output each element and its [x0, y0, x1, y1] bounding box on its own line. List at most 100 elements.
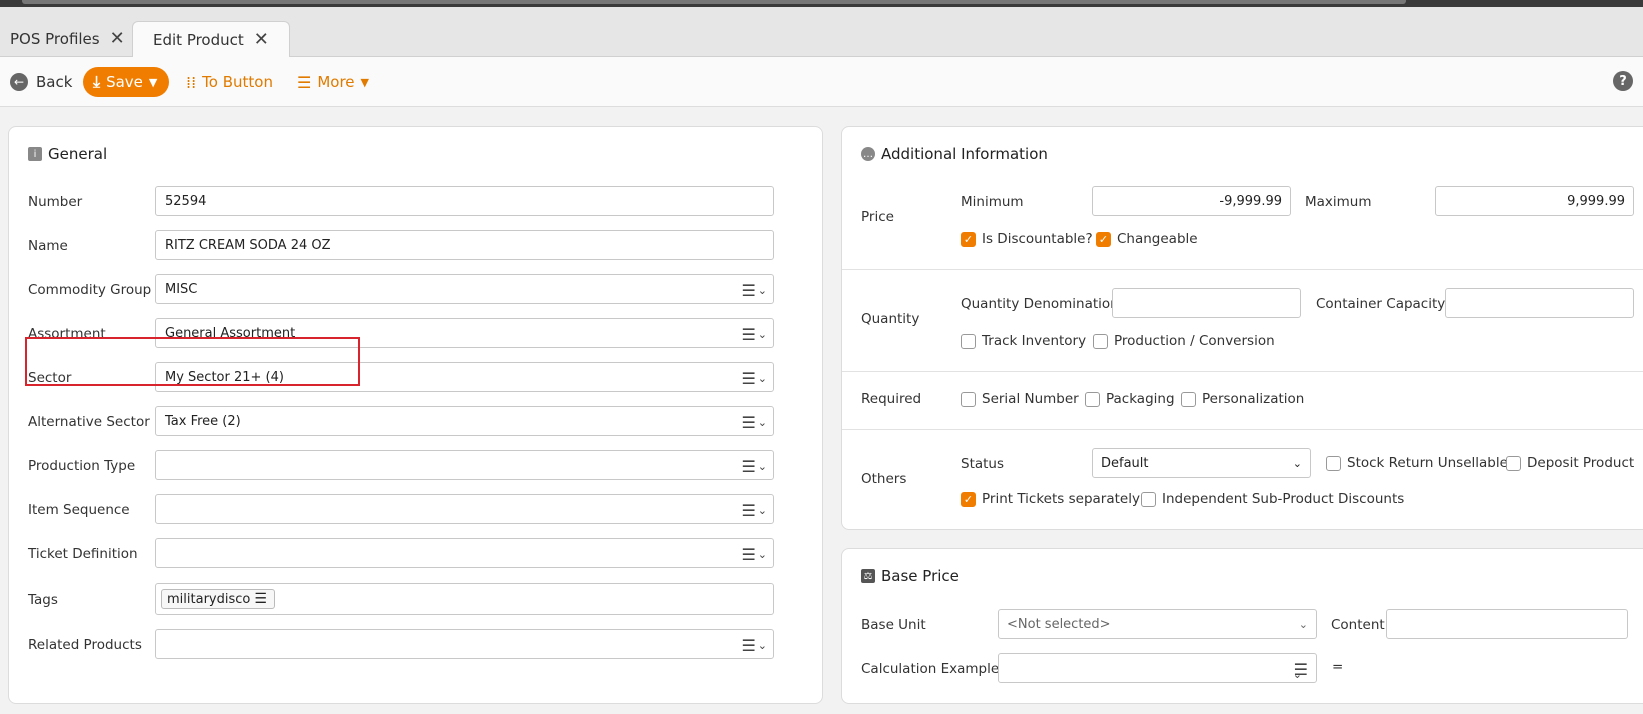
container-capacity-field[interactable]	[1445, 288, 1634, 318]
back-button[interactable]: ← Back	[10, 67, 72, 97]
lookup-dropdown[interactable]: ☰ ⌄	[741, 281, 767, 300]
ticket-definition-field[interactable]: ☰ ⌄	[155, 538, 774, 568]
base-price-title: ⚖ Base Price	[861, 567, 959, 585]
lookup-dropdown[interactable]: ☰ ⌄	[741, 636, 767, 655]
minimum-price-value: -9,999.99	[1219, 193, 1282, 209]
personalization-checkbox[interactable]: Personalization	[1181, 391, 1304, 407]
changeable-label: Changeable	[1117, 231, 1198, 247]
maximum-label: Maximum	[1305, 194, 1372, 210]
price-label: Price	[861, 209, 894, 225]
maximum-price-field[interactable]: 9,999.99	[1435, 186, 1634, 216]
checkmark-icon: ✓	[961, 231, 976, 247]
tab-pos-profiles[interactable]: POS Profiles ✕	[10, 21, 125, 57]
print-tickets-label: Print Tickets separately	[982, 491, 1140, 507]
content-field[interactable]	[1386, 609, 1628, 639]
lookup-dropdown[interactable]: ☰ ⌄	[741, 413, 767, 432]
quantity-denomination-field[interactable]	[1112, 288, 1301, 318]
save-button[interactable]: ⤓ Save ▼	[83, 67, 170, 97]
stock-return-unsellable-checkbox[interactable]: Stock Return Unsellable?	[1326, 455, 1515, 471]
divider	[842, 429, 1643, 430]
independent-discounts-label: Independent Sub-Product Discounts	[1162, 491, 1405, 507]
chevron-down-icon: ▼	[360, 75, 369, 89]
serial-number-checkbox[interactable]: Serial Number	[961, 391, 1079, 407]
others-label: Others	[861, 471, 907, 487]
toolbar: ← Back ⤓ Save ▼ ⁞⁞ To Button ☰ More ▼ ?	[0, 57, 1643, 107]
chevron-down-icon: ⌄	[757, 416, 767, 429]
personalization-label: Personalization	[1202, 391, 1305, 407]
content-label: Content	[1331, 617, 1385, 633]
info-icon: i	[28, 147, 42, 161]
lookup-dropdown[interactable]: ☰ ⌄	[741, 369, 767, 388]
divider	[842, 371, 1643, 372]
deposit-product-checkbox[interactable]: Deposit Product	[1506, 455, 1634, 471]
independent-discounts-checkbox[interactable]: Independent Sub-Product Discounts	[1141, 491, 1404, 507]
list-icon: ☰	[297, 72, 312, 92]
help-icon[interactable]: ?	[1613, 71, 1633, 91]
tab-edit-product[interactable]: Edit Product ✕	[132, 21, 290, 58]
window-top-bar	[0, 0, 1643, 7]
save-label: Save	[106, 73, 143, 91]
tag-chip-label: militarydisco	[167, 591, 251, 607]
status-select[interactable]: Default ⌄	[1092, 448, 1311, 478]
checkmark-icon: ✓	[1096, 231, 1111, 247]
is-discountable-checkbox[interactable]: ✓ Is Discountable?	[961, 231, 1093, 247]
number-label: Number	[28, 194, 83, 210]
additional-info-panel: … Additional Information Price Minimum -…	[841, 126, 1643, 530]
lookup-dropdown[interactable]: ☰ ⌄	[741, 325, 767, 344]
list-icon: ☰	[741, 281, 756, 300]
divider	[842, 269, 1643, 270]
track-inventory-checkbox[interactable]: Track Inventory	[961, 333, 1086, 349]
packaging-label: Packaging	[1106, 391, 1175, 407]
more-button[interactable]: ☰ More ▼	[297, 67, 369, 97]
production-conversion-checkbox[interactable]: Production / Conversion	[1093, 333, 1275, 349]
save-button-body[interactable]: ⤓ Save ▼	[83, 67, 170, 97]
serial-number-label: Serial Number	[982, 391, 1079, 407]
checkbox-box	[961, 333, 976, 349]
lookup-dropdown[interactable]: ☰ ⌄	[741, 457, 767, 476]
alternative-sector-field[interactable]: Tax Free (2) ☰ ⌄	[155, 406, 774, 436]
maximum-price-value: 9,999.99	[1567, 193, 1625, 209]
checkbox-box	[1181, 391, 1196, 407]
commodity-group-field[interactable]: MISC ☰ ⌄	[155, 274, 774, 304]
required-label: Required	[861, 391, 922, 407]
checkbox-box	[1326, 455, 1341, 471]
base-unit-select[interactable]: <Not selected> ⌄	[998, 609, 1317, 639]
calculation-example-label: Calculation Example	[861, 661, 1000, 677]
more-label: More	[317, 73, 355, 91]
item-sequence-label: Item Sequence	[28, 502, 130, 518]
tags-field[interactable]: militarydisco ☰	[155, 583, 774, 615]
container-capacity-label: Container Capacity	[1316, 296, 1446, 312]
list-icon: ☰	[741, 413, 756, 432]
minimum-price-field[interactable]: -9,999.99	[1092, 186, 1291, 216]
lookup-dropdown[interactable]: ☰ ⌄	[1293, 660, 1310, 681]
number-field[interactable]: 52594	[155, 186, 774, 216]
sector-highlight-box	[25, 337, 360, 386]
packaging-checkbox[interactable]: Packaging	[1085, 391, 1175, 407]
item-sequence-field[interactable]: ☰ ⌄	[155, 494, 774, 524]
calculation-example-field[interactable]: ☰ ⌄	[998, 653, 1317, 683]
commodity-group-label: Commodity Group	[28, 282, 152, 298]
tag-chip[interactable]: militarydisco ☰	[161, 589, 275, 609]
related-products-field[interactable]: ☰ ⌄	[155, 629, 774, 659]
general-panel: i General Number 52594 Name RITZ CREAM S…	[8, 126, 823, 704]
status-value: Default	[1101, 455, 1149, 471]
print-tickets-checkbox[interactable]: ✓ Print Tickets separately	[961, 491, 1140, 507]
to-button-button[interactable]: ⁞⁞ To Button	[186, 67, 273, 97]
name-field[interactable]: RITZ CREAM SODA 24 OZ	[155, 230, 774, 260]
list-icon: ☰	[741, 325, 756, 344]
commodity-group-value: MISC	[165, 281, 198, 297]
scale-icon: ⚖	[861, 569, 875, 583]
list-icon: ☰	[254, 591, 267, 607]
list-icon: ☰	[741, 501, 756, 520]
lookup-dropdown[interactable]: ☰ ⌄	[741, 501, 767, 520]
changeable-checkbox[interactable]: ✓ Changeable	[1096, 231, 1198, 247]
chevron-down-icon: ⌄	[757, 328, 767, 341]
chevron-down-icon: ⌄	[757, 639, 767, 652]
button-grid-icon: ⁞⁞	[186, 72, 197, 92]
base-unit-label: Base Unit	[861, 617, 926, 633]
lookup-dropdown[interactable]: ☰ ⌄	[741, 545, 767, 564]
ticket-definition-label: Ticket Definition	[28, 546, 138, 562]
close-icon[interactable]: ✕	[254, 31, 269, 49]
close-icon[interactable]: ✕	[110, 30, 125, 48]
production-type-field[interactable]: ☰ ⌄	[155, 450, 774, 480]
